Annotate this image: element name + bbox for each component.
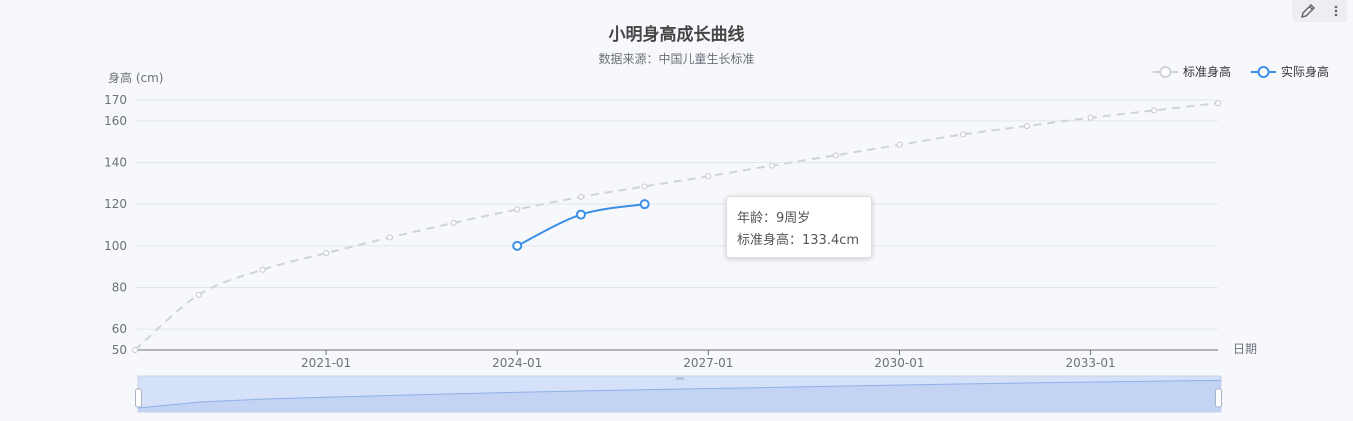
data-point-standard[interactable] [960,131,967,138]
data-point-standard[interactable] [1215,100,1221,107]
x-axis-label: 日期 [1233,342,1257,356]
data-point-standard[interactable] [1023,123,1030,130]
data-point-actual[interactable] [575,209,586,220]
zoom-handle-left[interactable] [135,388,142,408]
data-zoom-slider[interactable] [135,375,1222,413]
x-tick-label: 2033-01 [1066,356,1116,370]
data-point-standard[interactable] [323,250,330,257]
grid-lines [135,99,1218,330]
data-point-standard[interactable] [896,141,903,148]
data-point-standard[interactable] [386,234,393,241]
data-point-standard[interactable] [514,206,521,213]
series-line-standard [134,102,1219,351]
data-point-standard[interactable] [1087,114,1094,121]
data-point-standard[interactable] [132,347,138,353]
line-chart: 50 60 80 100 120 140 160 170 2021-01 2024-01 2027-… [104,70,1257,413]
data-point-standard[interactable] [1151,107,1158,114]
axes: 50 60 80 100 120 140 160 170 2021-01 2024-01 2027-… [104,70,1257,370]
y-axis-label: 身高 (cm) [108,70,163,85]
x-tick-label: 2027-01 [683,356,733,370]
tooltip-age: 年龄：9周岁 [737,211,811,226]
y-tick-label: 100 [104,239,127,253]
data-point-standard[interactable] [195,291,202,298]
x-tick-label: 2021-01 [301,356,351,370]
tooltip-standard-height: 标准身高：133.4cm [737,233,860,248]
data-point-standard[interactable] [641,183,648,190]
y-tick-label: 50 [112,343,127,357]
tooltip: 年龄：9周岁 标准身高：133.4cm [726,196,872,258]
y-tick-label: 170 [104,93,127,107]
zoom-drag-grip[interactable] [676,377,684,380]
data-point-standard[interactable] [450,219,457,226]
data-point-actual[interactable] [639,199,650,210]
data-point-standard[interactable] [577,193,584,200]
y-tick-label: 120 [104,197,127,211]
zoom-handle-right[interactable] [1215,388,1222,408]
x-tick-label: 2024-01 [492,356,542,370]
data-point-standard[interactable] [832,152,839,159]
y-tick-label: 80 [112,281,127,295]
x-tick-label: 2030-01 [874,356,924,370]
data-point-standard[interactable] [769,162,776,169]
series-lines [132,100,1221,353]
y-tick-label: 60 [112,322,127,336]
data-point-standard[interactable] [705,173,712,180]
data-point-actual[interactable] [512,240,523,251]
y-tick-label: 160 [104,114,127,128]
data-point-standard[interactable] [259,266,266,273]
y-tick-label: 140 [104,156,127,170]
